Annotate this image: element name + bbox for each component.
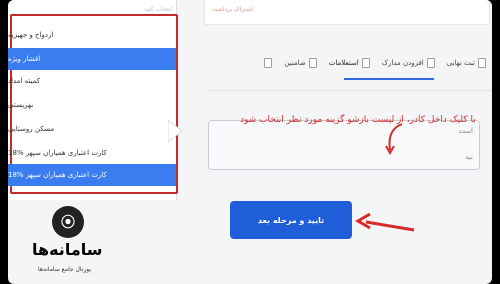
dropdown-item[interactable]: بهزیستی (8, 94, 176, 116)
document-icon (361, 58, 370, 68)
document-icon (478, 58, 486, 68)
selection-field[interactable]: است نید (208, 120, 480, 170)
field-label-2: نید (465, 153, 473, 161)
brand-logo: ⦿ سامانه‌ها پورتال جامع سامانه‌ها (28, 206, 124, 276)
dropdown-item-selected[interactable]: اقشار ویژه (8, 48, 176, 70)
document-icon (426, 58, 435, 68)
red-arrow-icon (385, 123, 403, 156)
step-label: ثبت نهایی (446, 59, 475, 67)
step-final[interactable]: ثبت نهایی (441, 58, 492, 68)
step-guarantors[interactable]: ضامنین (278, 58, 322, 68)
red-pointer-arrow-icon (355, 212, 415, 232)
logo-subtitle: پورتال جامع سامانه‌ها (38, 266, 92, 273)
logo-glyph: ⦿ (61, 215, 75, 231)
dropdown-item[interactable]: کارت اعتباری همیاران سپهر %18 (8, 142, 176, 164)
logo-brand-text: سامانه‌ها (32, 240, 103, 259)
dropdown-item-selected[interactable]: کارت اعتباری همیاران سپهر %18 (8, 164, 176, 186)
document-icon (308, 58, 317, 68)
dropdown-list: انتخاب کنید ازدواج و جهیزیه اقشار ویژه ک… (8, 0, 178, 200)
step-label: استعلامات (328, 59, 359, 67)
top-hint: اشتراک برداشت (212, 6, 253, 13)
field-label-1: است (458, 127, 473, 135)
document-icon (264, 58, 273, 68)
dropdown-pointer-icon (168, 120, 183, 142)
confirm-next-button[interactable]: تایید و مرحله بعد (230, 201, 352, 239)
instruction-text: با کلیک داخل کادر، از لیست بازشو گزینه م… (240, 115, 476, 125)
step-label: افزودن مدارک (381, 59, 424, 67)
dropdown-item[interactable]: کمیته امداد (8, 70, 176, 92)
dropdown-item[interactable]: ازدواج و جهیزیه (8, 24, 176, 46)
step-label: ضامنین (284, 59, 306, 67)
step-extra[interactable] (255, 58, 278, 68)
dropdown-item[interactable]: مسکن روستایی (8, 118, 176, 140)
screen-frame: اشتراک برداشت ثبت نهایی افزودن مدارک است… (8, 0, 492, 284)
top-bar: اشتراک برداشت (204, 0, 490, 25)
divider (208, 90, 492, 91)
steps-row: ثبت نهایی افزودن مدارک استعلامات ضامنین (220, 52, 492, 74)
step-inquiries[interactable]: استعلامات (323, 58, 376, 68)
step-add-docs[interactable]: افزودن مدارک (376, 58, 441, 68)
active-step-underline (344, 78, 434, 80)
